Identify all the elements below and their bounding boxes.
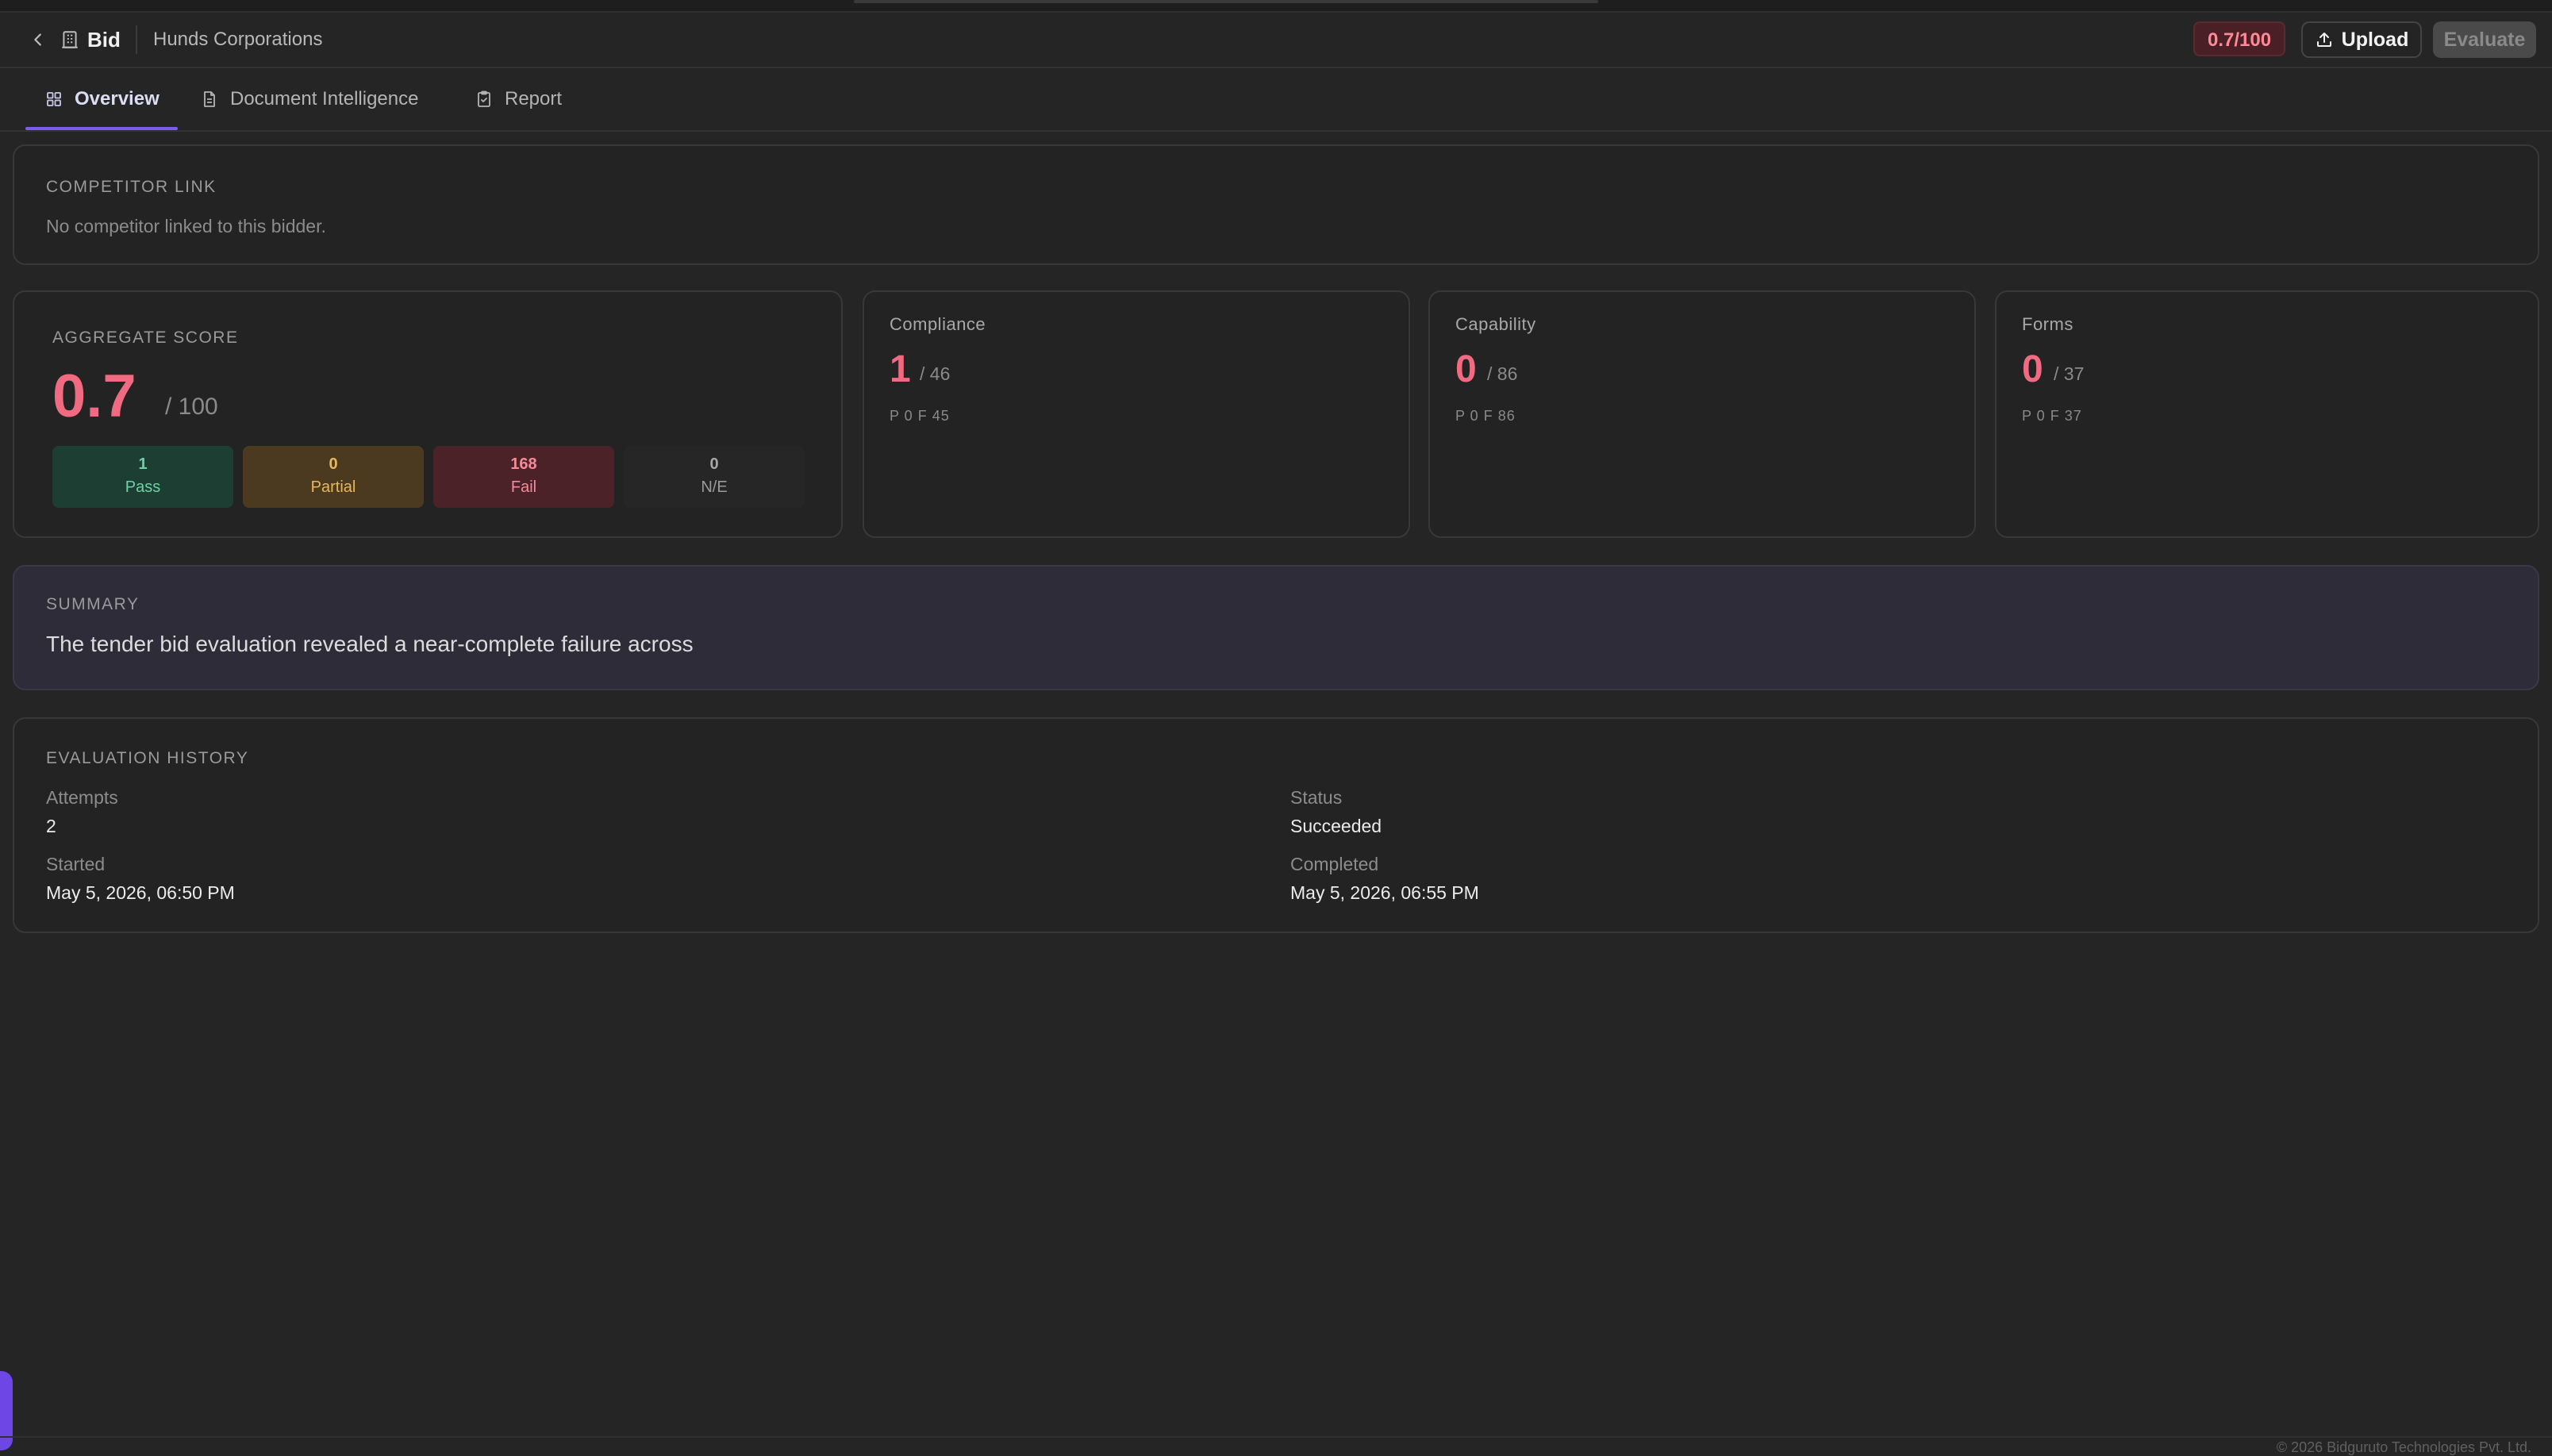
summary-text: The tender bid evaluation revealed a nea… bbox=[46, 632, 694, 656]
partial-count: 0 bbox=[329, 455, 338, 473]
evaluation-history-title: EVALUATION HISTORY bbox=[46, 749, 249, 767]
score-badge: 0.7/100 bbox=[2193, 21, 2286, 56]
aggregate-score-max: / 100 bbox=[165, 394, 218, 420]
floating-action-tab[interactable] bbox=[0, 1371, 13, 1450]
fail-label: Fail bbox=[510, 478, 537, 496]
tab-report-label: Report bbox=[505, 88, 563, 109]
attempts-value: 2 bbox=[46, 816, 56, 836]
bid-label: Bid bbox=[87, 28, 121, 52]
clipboard-check-icon bbox=[478, 90, 490, 107]
pass-count: 1 bbox=[138, 455, 148, 473]
upload-icon bbox=[2316, 33, 2331, 47]
pass-pill: 1 Pass bbox=[52, 446, 233, 508]
not-evaluated-label: N/E bbox=[701, 478, 728, 496]
tab-overview-label: Overview bbox=[75, 88, 160, 109]
forms-score: 0 bbox=[2022, 348, 2043, 390]
competitor-link-card: COMPETITOR LINK No competitor linked to … bbox=[13, 144, 2539, 265]
chevron-left-icon bbox=[34, 33, 41, 46]
top-scroll-indicator[interactable] bbox=[854, 0, 1598, 3]
started-label: Started bbox=[46, 854, 106, 874]
aggregate-score-card: AGGREGATE SCORE 0.7 / 100 1 Pass 0 Parti… bbox=[13, 290, 843, 538]
upload-label: Upload bbox=[2341, 28, 2409, 51]
top-strip bbox=[0, 0, 2552, 13]
evaluate-button[interactable]: Evaluate bbox=[2433, 21, 2536, 58]
active-tab-indicator bbox=[25, 127, 178, 130]
capability-card: Capability 0 / 86 P 0 F 86 bbox=[1428, 290, 1976, 538]
completed-value: May 5, 2026, 06:55 PM bbox=[1290, 882, 1479, 903]
fail-pill: 168 Fail bbox=[433, 446, 614, 508]
compliance-card: Compliance 1 / 46 P 0 F 45 bbox=[863, 290, 1410, 538]
evaluation-history-card: EVALUATION HISTORY Attempts 2 Status Suc… bbox=[13, 717, 2539, 933]
forms-pass-fail: P 0 F 37 bbox=[2022, 408, 2082, 424]
competitor-link-title: COMPETITOR LINK bbox=[46, 178, 217, 196]
header-divider bbox=[136, 25, 137, 54]
forms-card: Forms 0 / 37 P 0 F 37 bbox=[1995, 290, 2539, 538]
compliance-pass-fail: P 0 F 45 bbox=[890, 408, 950, 424]
summary-title: SUMMARY bbox=[46, 595, 140, 613]
document-icon bbox=[204, 91, 215, 107]
tab-overview[interactable]: Overview bbox=[44, 68, 160, 130]
page-header: Bid Hunds Corporations 0.7/100 Upload Ev… bbox=[0, 13, 2552, 68]
pass-label: Pass bbox=[125, 478, 161, 496]
summary-card: SUMMARY The tender bid evaluation reveal… bbox=[13, 565, 2539, 690]
fail-count: 168 bbox=[510, 455, 537, 473]
upload-button[interactable]: Upload bbox=[2301, 21, 2422, 58]
aggregate-score-title: AGGREGATE SCORE bbox=[52, 328, 239, 347]
forms-max: / 37 bbox=[2054, 363, 2085, 384]
aggregate-score-value: 0.7 bbox=[52, 363, 136, 430]
footer-divider bbox=[0, 1436, 2552, 1438]
started-value: May 5, 2026, 06:50 PM bbox=[46, 882, 235, 903]
tab-bar: Overview Document Intelligence Report bbox=[0, 68, 2552, 132]
forms-title: Forms bbox=[2022, 314, 2074, 334]
completed-label: Completed bbox=[1290, 854, 1379, 874]
capability-pass-fail: P 0 F 86 bbox=[1455, 408, 1516, 424]
not-evaluated-pill: 0 N/E bbox=[624, 446, 805, 508]
tab-report[interactable]: Report bbox=[475, 68, 562, 130]
capability-score: 0 bbox=[1455, 348, 1477, 390]
compliance-max: / 46 bbox=[920, 363, 951, 384]
footer-copyright: © 2026 Bidguruto Technologies Pvt. Ltd. bbox=[2276, 1439, 2531, 1455]
compliance-score: 1 bbox=[890, 348, 911, 390]
back-button[interactable] bbox=[24, 25, 52, 54]
tab-document-intelligence[interactable]: Document Intelligence bbox=[200, 68, 418, 130]
status-label: Status bbox=[1290, 787, 1343, 808]
partial-pill: 0 Partial bbox=[243, 446, 424, 508]
status-value: Succeeded bbox=[1290, 816, 1382, 836]
partial-label: Partial bbox=[310, 478, 356, 496]
tab-document-intelligence-label: Document Intelligence bbox=[230, 88, 419, 109]
capability-title: Capability bbox=[1455, 314, 1536, 334]
building-icon bbox=[56, 25, 84, 54]
not-evaluated-count: 0 bbox=[709, 455, 719, 473]
attempts-label: Attempts bbox=[46, 787, 118, 808]
compliance-title: Compliance bbox=[890, 314, 986, 334]
competitor-link-text: No competitor linked to this bidder. bbox=[46, 216, 326, 236]
company-name: Hunds Corporations bbox=[153, 29, 323, 50]
capability-max: / 86 bbox=[1487, 363, 1518, 384]
grid-icon bbox=[47, 92, 61, 106]
